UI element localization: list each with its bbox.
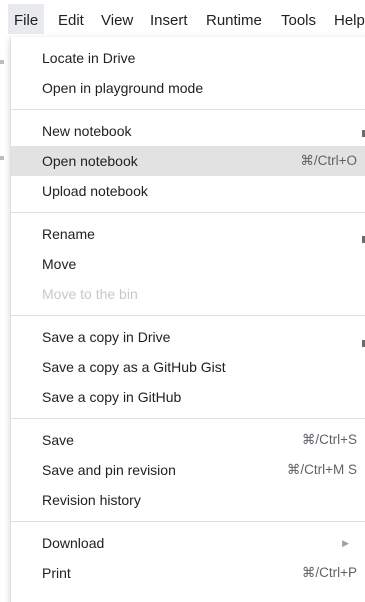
menu-item-save-and-pin-revision[interactable]: Save and pin revision ⌘/Ctrl+M S [11,455,365,485]
menu-item-open-notebook[interactable]: Open notebook ⌘/Ctrl+O [11,146,365,176]
menu-item-label: New notebook [42,123,132,139]
menu-item-open-in-playground-mode[interactable]: Open in playground mode [11,73,365,103]
menu-item-label: Print [42,565,71,581]
menu-item-download[interactable]: Download ▶ [11,528,365,558]
menu-item-print[interactable]: Print ⌘/Ctrl+P [11,558,365,588]
shortcut-save: ⌘/Ctrl+S [301,432,357,447]
menu-item-label: Move to the bin [42,286,138,302]
menu-bar: File Edit View Insert Runtime Tools Help [0,0,365,38]
menu-file[interactable]: File [8,4,45,34]
menu-section-organize: Rename Move Move to the bin [11,213,365,316]
menu-item-label: Locate in Drive [42,50,136,66]
menu-tools[interactable]: Tools [281,12,316,30]
menu-runtime[interactable]: Runtime [206,12,262,30]
menu-item-label: Download [42,535,105,551]
menu-item-rename[interactable]: Rename [11,219,365,249]
page: File Edit View Insert Runtime Tools Help… [0,0,365,602]
menu-section-save-copy: Save a copy in Drive Save a copy as a Gi… [11,316,365,419]
menu-section-output: Download ▶ Print ⌘/Ctrl+P [11,522,365,594]
menu-item-move[interactable]: Move [11,249,365,279]
menu-item-label: Revision history [42,492,141,508]
menu-item-label: Save a copy in Drive [42,329,171,345]
menu-help[interactable]: Help [334,12,365,30]
triangle-right-icon: ▶ [342,537,349,548]
menu-item-save-copy-in-drive[interactable]: Save a copy in Drive [11,322,365,352]
menu-item-locate-in-drive[interactable]: Locate in Drive [11,43,365,73]
menu-insert[interactable]: Insert [150,12,188,30]
menu-item-move-to-the-bin: Move to the bin [11,279,365,309]
menu-item-save-copy-github-gist[interactable]: Save a copy as a GitHub Gist [11,352,365,382]
shortcut-print: ⌘/Ctrl+P [301,565,357,580]
background-fragment [0,156,4,160]
menu-item-upload-notebook[interactable]: Upload notebook [11,176,365,206]
menu-view[interactable]: View [101,12,133,30]
menu-section-save: Save ⌘/Ctrl+S Save and pin revision ⌘/Ct… [11,419,365,522]
menu-edit[interactable]: Edit [58,12,84,30]
menu-item-label: Save [42,432,74,448]
menu-item-label: Rename [42,226,95,242]
menu-item-save-copy-in-github[interactable]: Save a copy in GitHub [11,382,365,412]
menu-item-label: Save a copy in GitHub [42,389,182,405]
menu-item-label: Open in playground mode [42,80,204,96]
background-fragment [0,60,4,64]
shortcut-save-and-pin: ⌘/Ctrl+M S [286,462,357,477]
menu-item-save[interactable]: Save ⌘/Ctrl+S [11,425,365,455]
menu-item-revision-history[interactable]: Revision history [11,485,365,515]
shortcut-open-notebook: ⌘/Ctrl+O [300,153,357,168]
menu-item-label: Save and pin revision [42,462,176,478]
menu-section-locate: Locate in Drive Open in playground mode [11,37,365,110]
file-dropdown-menu: Locate in Drive Open in playground mode … [10,37,365,602]
menu-item-label: Save a copy as a GitHub Gist [42,359,226,375]
menu-item-label: Move [42,256,77,272]
menu-item-label: Open notebook [42,153,138,169]
menu-item-new-notebook[interactable]: New notebook [11,116,365,146]
menu-section-notebook: New notebook Open notebook ⌘/Ctrl+O Uplo… [11,110,365,213]
menu-item-label: Upload notebook [42,183,148,199]
